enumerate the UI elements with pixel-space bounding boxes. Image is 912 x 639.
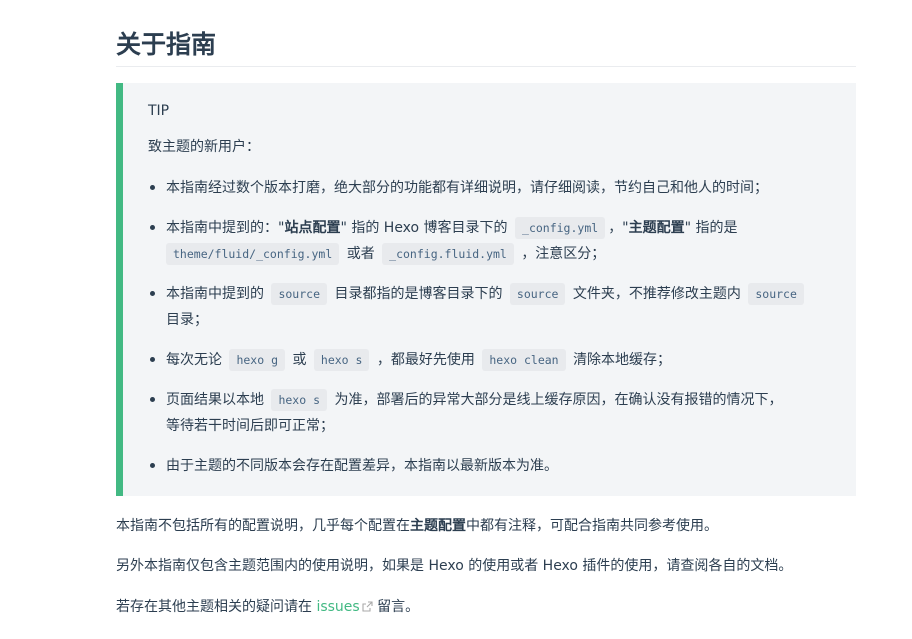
list-item-text: 或者 xyxy=(346,246,375,262)
list-item-text: 等待若干时间后即可正常； xyxy=(166,418,334,434)
list-item-text: 本指南经过数个版本打磨，绝大部分的功能都有详细说明，请仔细阅读，节约自己和他人的… xyxy=(166,180,768,196)
bullet-icon xyxy=(150,357,155,362)
bold-text: 站点配置 xyxy=(284,220,341,236)
paragraph-text: 留言。 xyxy=(377,599,420,615)
inline-code: _config.yml xyxy=(515,217,606,239)
inline-code: hexo s xyxy=(271,389,327,411)
bullet-icon xyxy=(150,463,155,468)
paragraph-text: 若存在其他主题相关的疑问请在 xyxy=(116,599,312,615)
inline-code: source xyxy=(271,283,327,305)
list-item: 由于主题的不同版本会存在配置差异，本指南以最新版本为准。 xyxy=(148,453,838,479)
bold-text: 主题配置 xyxy=(410,518,466,534)
list-item-text: 目录； xyxy=(166,312,208,328)
list-item: 本指南经过数个版本打磨，绝大部分的功能都有详细说明，请仔细阅读，节约自己和他人的… xyxy=(148,175,838,201)
bold-text: 主题配置 xyxy=(628,220,685,236)
inline-code: hexo s xyxy=(313,349,370,371)
external-link-icon xyxy=(362,600,373,616)
list-item-text: " 指的 Hexo 博客目录下的 xyxy=(340,220,508,236)
list-item: 本指南中提到的："站点配置" 指的 Hexo 博客目录下的 _config.ym… xyxy=(148,215,838,267)
list-item-text: 本指南中提到的 xyxy=(166,286,264,302)
list-item-text: 本指南中提到的：" xyxy=(166,220,285,236)
paragraph: 若存在其他主题相关的疑问请在 issues 留言。 xyxy=(116,596,419,616)
issues-link[interactable]: issues xyxy=(316,599,373,616)
list-item-text: ，" xyxy=(608,220,629,236)
tip-box: TIP 致主题的新用户： 本指南经过数个版本打磨，绝大部分的功能都有详细说明，请… xyxy=(116,83,856,496)
list-item-text: " 指的是 xyxy=(684,220,738,236)
list-item-text: 清除本地缓存； xyxy=(573,352,672,368)
list-item-text: 页面结果以本地 xyxy=(166,392,264,408)
list-item: 页面结果以本地 hexo s 为准，部署后的异常大部分是线上缓存原因，在确认没有… xyxy=(148,387,838,439)
paragraph-text: 另外本指南仅包含主题范围内的使用说明，如果是 Hexo 的使用或者 Hexo 插… xyxy=(116,558,793,574)
inline-code: hexo g xyxy=(229,349,285,371)
inline-code: theme/fluid/_config.yml xyxy=(166,243,340,265)
issues-link-label[interactable]: issues xyxy=(316,599,359,615)
main-content: 关于指南 TIP 致主题的新用户： 本指南经过数个版本打磨，绝大部分的功能都有详… xyxy=(116,0,856,615)
paragraph: 另外本指南仅包含主题范围内的使用说明，如果是 Hexo 的使用或者 Hexo 插… xyxy=(116,555,792,575)
list-item: 每次无论 hexo g 或 hexo s ，都最好先使用 hexo clean … xyxy=(148,347,838,373)
bullet-icon xyxy=(150,185,155,190)
list-item-text: 文件夹，不推荐修改主题内 xyxy=(572,286,741,302)
inline-code: hexo clean xyxy=(482,349,566,371)
inline-code: source xyxy=(748,283,804,305)
bullet-icon xyxy=(150,291,155,296)
bullet-icon xyxy=(150,397,155,402)
list-item-text: 由于主题的不同版本会存在配置差异，本指南以最新版本为准。 xyxy=(166,458,558,474)
tip-title: TIP xyxy=(148,103,170,119)
inline-code: source xyxy=(509,283,566,305)
paragraph-text: 中都有注释，可配合指南共同参考使用。 xyxy=(466,518,718,534)
bullet-icon xyxy=(150,225,155,230)
paragraph-text: 本指南不包括所有的配置说明，几乎每个配置在 xyxy=(116,518,410,534)
page-title: 关于指南 xyxy=(116,0,856,67)
list-item-text: 目录都指的是博客目录下的 xyxy=(334,286,503,302)
inline-code: _config.fluid.yml xyxy=(382,243,514,265)
paragraph: 本指南不包括所有的配置说明，几乎每个配置在主题配置中都有注释，可配合指南共同参考… xyxy=(116,515,718,535)
list-item-text: ，注意区分； xyxy=(521,246,606,262)
list-item-text: ，都最好先使用 xyxy=(376,352,475,368)
list-item: 本指南中提到的 source 目录都指的是博客目录下的 source 文件夹，不… xyxy=(148,281,838,333)
tip-intro: 致主题的新用户： xyxy=(148,139,260,155)
list-item-text: 每次无论 xyxy=(166,352,222,368)
list-item-text: 或 xyxy=(292,352,307,368)
list-item-text: 为准，部署后的异常大部分是线上缓存原因，在确认没有报错的情况下， xyxy=(334,392,783,408)
